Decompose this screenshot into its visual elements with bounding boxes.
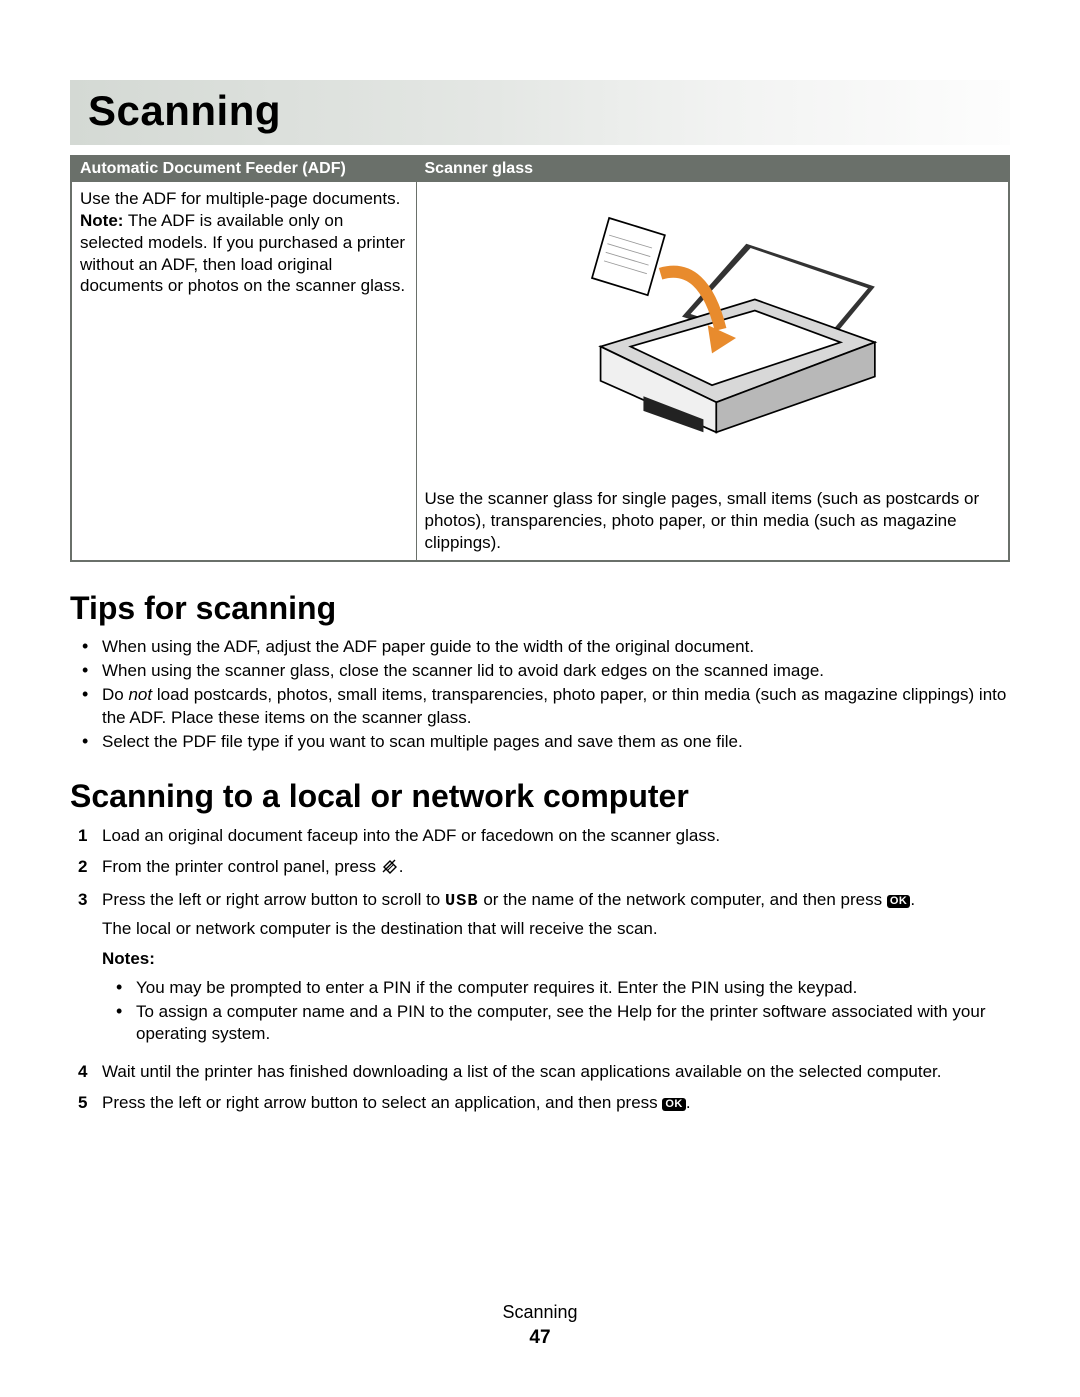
step-text: or the name of the network computer, and… bbox=[479, 890, 887, 909]
notes-label: Notes: bbox=[102, 948, 1010, 970]
list-item: To assign a computer name and a PIN to t… bbox=[132, 1000, 1010, 1046]
step-text: Load an original document faceup into th… bbox=[102, 826, 720, 845]
scanner-options-table: Automatic Document Feeder (ADF) Scanner … bbox=[70, 155, 1010, 562]
scanner-glass-illustration bbox=[425, 188, 1001, 488]
glass-caption: Use the scanner glass for single pages, … bbox=[425, 488, 1001, 553]
step-text: Press the left or right arrow button to … bbox=[102, 890, 445, 909]
ok-button-icon: OK bbox=[662, 1098, 686, 1111]
scan-button-icon bbox=[381, 858, 399, 880]
note-text: To assign a computer name and a PIN to t… bbox=[136, 1002, 986, 1043]
adf-note: Note: The ADF is available only on selec… bbox=[80, 210, 408, 297]
chapter-title: Scanning bbox=[88, 84, 992, 139]
list-item: Press the left or right arrow button to … bbox=[98, 887, 1010, 1055]
note-label: Note: bbox=[80, 211, 123, 230]
footer-section: Scanning bbox=[0, 1301, 1080, 1324]
chapter-header-bar: Scanning bbox=[70, 80, 1010, 145]
list-item: You may be prompted to enter a PIN if th… bbox=[132, 976, 1010, 1000]
note-body: The ADF is available only on selected mo… bbox=[80, 211, 405, 295]
note-text: You may be prompted to enter a PIN if th… bbox=[136, 978, 857, 997]
table-row: Use the ADF for multiple-page documents.… bbox=[71, 182, 1009, 561]
tip-text: Select the PDF file type if you want to … bbox=[102, 732, 743, 751]
tip-text-em: not bbox=[128, 685, 152, 704]
scan-to-heading: Scanning to a local or network computer bbox=[70, 776, 1010, 818]
printer-scanner-icon bbox=[532, 198, 892, 478]
ok-button-icon: OK bbox=[887, 895, 911, 908]
tips-list: When using the ADF, adjust the ADF paper… bbox=[70, 635, 1010, 753]
usb-label: USB bbox=[445, 892, 479, 911]
adf-line1: Use the ADF for multiple-page documents. bbox=[80, 188, 408, 210]
step-text: Press the left or right arrow button to … bbox=[102, 1093, 662, 1112]
step-text: Wait until the printer has finished down… bbox=[102, 1062, 941, 1081]
table-header-adf: Automatic Document Feeder (ADF) bbox=[71, 156, 416, 182]
tip-text: When using the scanner glass, close the … bbox=[102, 661, 824, 680]
table-header-glass: Scanner glass bbox=[416, 156, 1009, 182]
list-item: From the printer control panel, press . bbox=[98, 854, 1010, 883]
list-item: Load an original document faceup into th… bbox=[98, 823, 1010, 850]
step-text: From the printer control panel, press bbox=[102, 857, 381, 876]
notes-list: You may be prompted to enter a PIN if th… bbox=[102, 976, 1010, 1046]
list-item: Select the PDF file type if you want to … bbox=[98, 730, 1010, 754]
tip-text: When using the ADF, adjust the ADF paper… bbox=[102, 637, 754, 656]
list-item: Do not load postcards, photos, small ite… bbox=[98, 683, 1010, 729]
list-item: When using the scanner glass, close the … bbox=[98, 659, 1010, 683]
adf-cell: Use the ADF for multiple-page documents.… bbox=[71, 182, 416, 561]
glass-cell: Use the scanner glass for single pages, … bbox=[416, 182, 1009, 561]
list-item: Press the left or right arrow button to … bbox=[98, 1090, 1010, 1117]
footer-page-number: 47 bbox=[0, 1326, 1080, 1351]
tip-text-post: load postcards, photos, small items, tra… bbox=[102, 685, 1006, 726]
tips-heading: Tips for scanning bbox=[70, 588, 1010, 630]
tip-text-pre: Do bbox=[102, 685, 128, 704]
steps-list: Load an original document faceup into th… bbox=[70, 823, 1010, 1117]
list-item: Wait until the printer has finished down… bbox=[98, 1059, 1010, 1086]
step-subtext: The local or network computer is the des… bbox=[102, 918, 1010, 940]
page-footer: Scanning 47 bbox=[0, 1301, 1080, 1351]
list-item: When using the ADF, adjust the ADF paper… bbox=[98, 635, 1010, 659]
